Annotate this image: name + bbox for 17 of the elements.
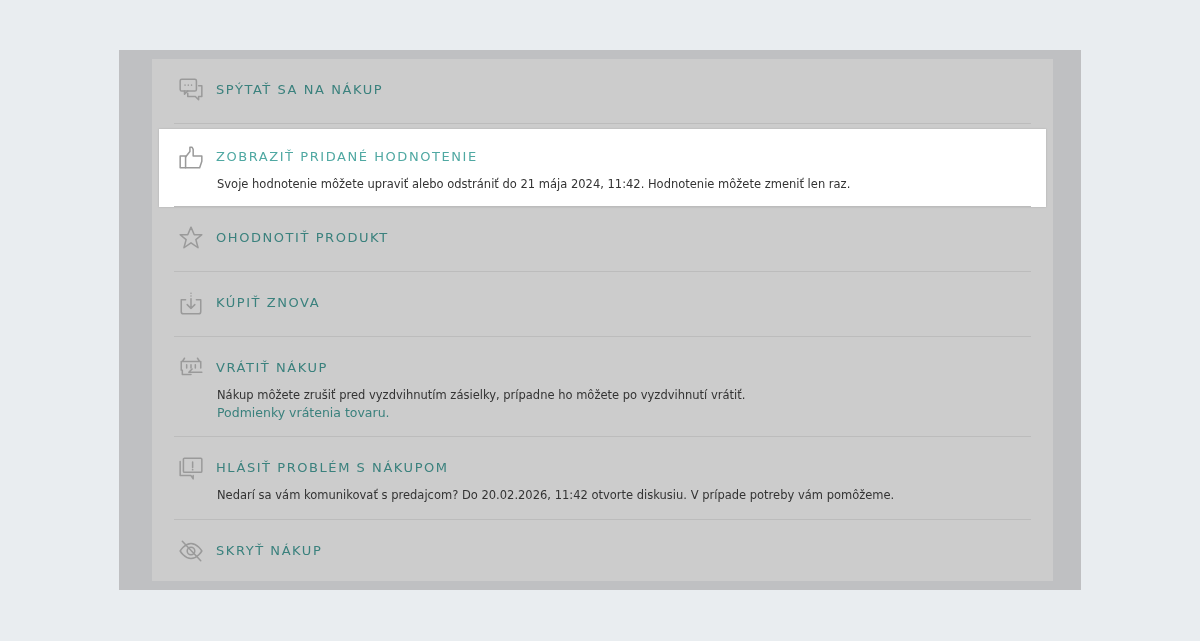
action-title[interactable]: SKRYŤ NÁKUP — [216, 541, 323, 561]
action-title[interactable]: ZOBRAZIŤ PRIDANÉ HODNOTENIE — [216, 147, 478, 167]
action-description: Nedarí sa vám komunikovať s predajcom? Do 20.02.2026, 11:42 otvorte diskusiu. V prípade potreby vám pomôžeme. — [217, 487, 896, 504]
thumbs-up-icon — [178, 144, 204, 170]
action-title[interactable]: KÚPIŤ ZNOVA — [216, 293, 321, 313]
basket-icon — [178, 290, 204, 316]
report-bubble-icon — [178, 455, 204, 481]
action-description: Nákup môžete zrušiť pred vyzdvihnutím zásielky, prípadne ho môžete po vyzdvihnutí vrátiť. — [217, 387, 747, 404]
action-title[interactable]: VRÁTIŤ NÁKUP — [216, 358, 328, 378]
action-title[interactable]: SPÝTAŤ SA NA NÁKUP — [216, 80, 384, 100]
action-title[interactable]: HLÁSIŤ PROBLÉM S NÁKUPOM — [216, 458, 449, 478]
star-icon — [178, 225, 204, 251]
action-title[interactable]: OHODNOTIŤ PRODUKT — [216, 228, 389, 248]
action-description: Svoje hodnotenie môžete upraviť alebo odstrániť do 21 mája 2024, 11:42. Hodnotenie môžete zmeniť len raz. — [217, 176, 852, 193]
hidden-eye-icon — [178, 538, 204, 564]
conditions-link[interactable]: Podmienky vrátenia tovaru. — [217, 404, 390, 421]
speech-bubbles-icon — [178, 77, 204, 103]
